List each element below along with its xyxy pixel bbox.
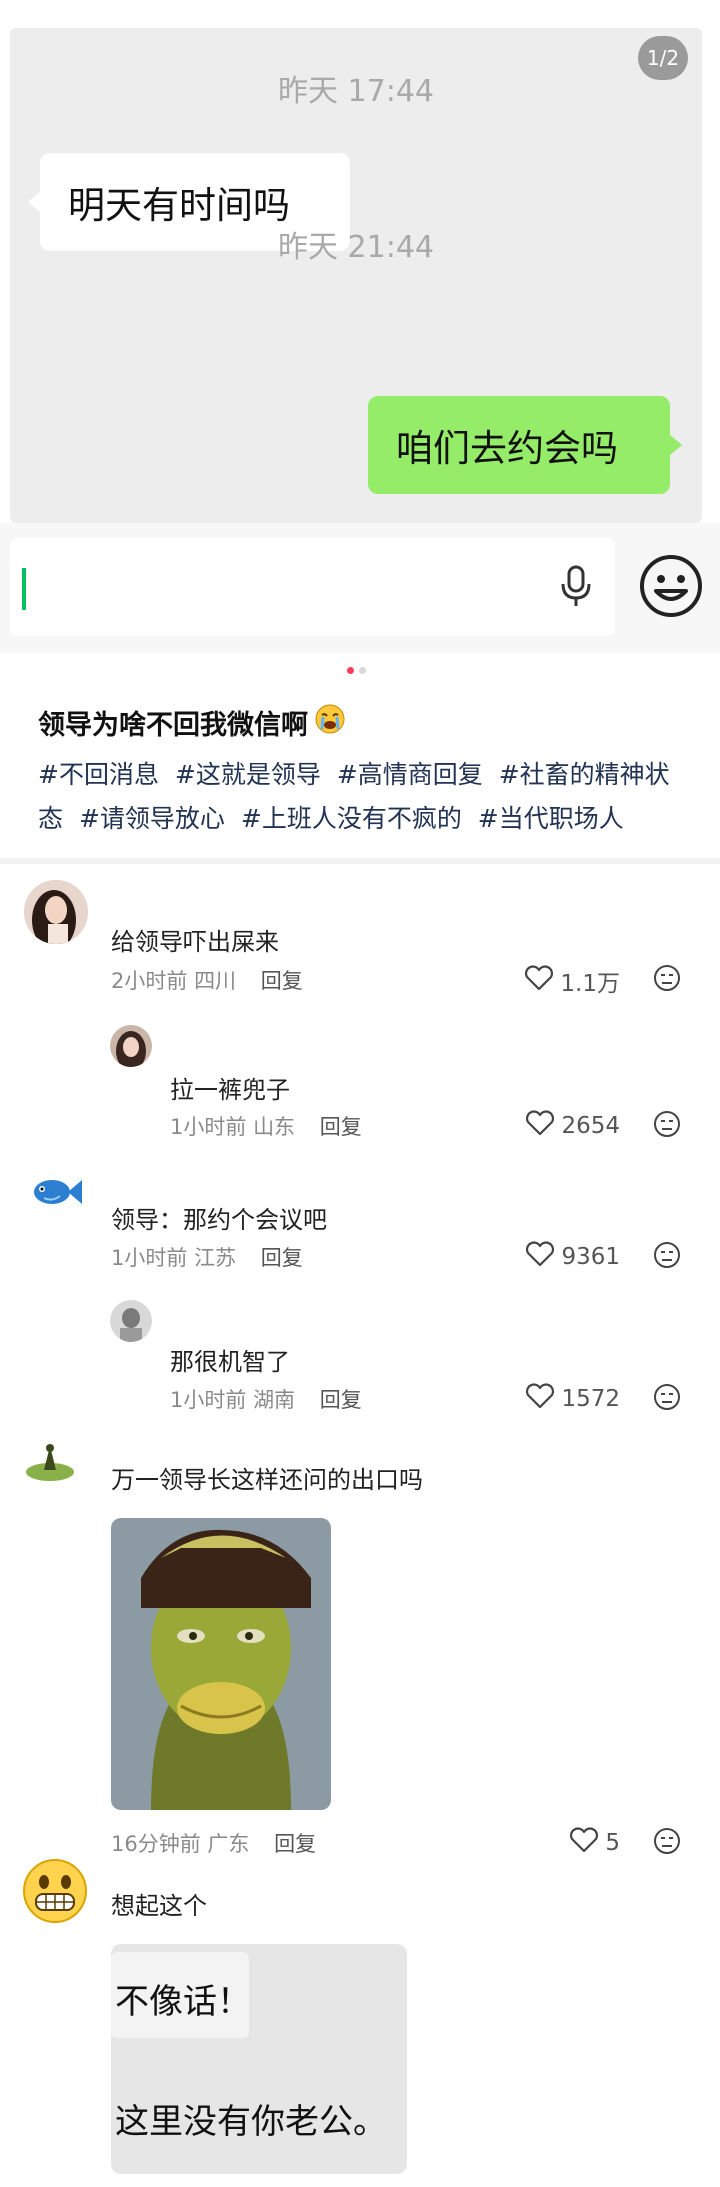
like-count: 1572 (561, 1386, 620, 1412)
comment-image[interactable] (111, 1518, 331, 1810)
post-card: 领导为啥不回我微信啊 #不回消息 #这就是领导 #高情商回复 #社畜的精神状态 … (10, 653, 702, 843)
comment-text: 那很机智了 (170, 1348, 290, 1376)
comment-location: 四川 (194, 969, 237, 993)
dislike-icon[interactable] (652, 963, 682, 997)
message-input[interactable] (10, 538, 615, 636)
dislike-icon[interactable] (652, 1382, 682, 1416)
avatar[interactable] (110, 1300, 152, 1342)
hashtag-link[interactable]: #这就是领导 (175, 760, 321, 789)
hashtag-link[interactable]: #高情商回复 (337, 760, 483, 789)
comment-time: 2小时前 (111, 969, 188, 993)
comment-time: 16分钟前 (111, 1832, 201, 1856)
comment-text: 万一领导长这样还问的出口吗 (111, 1466, 423, 1494)
comment-meta: 1小时前 山东 回复 (170, 1111, 362, 1141)
comment-meta: 16分钟前 广东 回复 (111, 1828, 316, 1858)
comment-location: 江苏 (194, 1246, 237, 1270)
heart-icon (569, 1827, 599, 1859)
like-button[interactable]: 1572 (525, 1383, 620, 1415)
grinning-emoji-avatar-icon[interactable] (22, 1858, 88, 1924)
comment-text: 想起这个 (111, 1892, 207, 1920)
like-button[interactable]: 9361 (525, 1241, 620, 1273)
hashtag-link[interactable]: #不回消息 (38, 760, 159, 789)
comment-image[interactable]: 不像话！ 这里没有你老公。 (111, 1944, 407, 2174)
dislike-icon[interactable] (652, 1826, 682, 1860)
like-count: 9361 (561, 1244, 620, 1270)
post-title: 领导为啥不回我微信啊 (38, 703, 346, 742)
heart-icon (524, 965, 554, 997)
sent-message-bubble[interactable]: 咱们去约会吗 (368, 396, 682, 494)
fish-avatar-icon[interactable] (28, 1170, 84, 1214)
comment-location: 湖南 (253, 1388, 296, 1412)
comment-location: 广东 (207, 1832, 250, 1856)
like-count: 5 (605, 1830, 620, 1856)
comment-text: 拉一裤兜子 (170, 1076, 290, 1104)
dislike-icon[interactable] (652, 1240, 682, 1274)
reply-button[interactable]: 回复 (261, 969, 303, 993)
post-title-text: 领导为啥不回我微信啊 (38, 710, 308, 741)
avatar[interactable] (110, 1025, 152, 1067)
comment-location: 山东 (253, 1115, 296, 1139)
hashtag-link[interactable]: #请领导放心 (79, 804, 225, 833)
carousel-dots (10, 667, 702, 674)
post-hashtags: #不回消息 #这就是领导 #高情商回复 #社畜的精神状态 #请领导放心 #上班人… (38, 753, 688, 841)
heart-icon (525, 1241, 555, 1273)
comment-meta: 1小时前 江苏 回复 (111, 1242, 303, 1272)
hashtag-link[interactable]: #当代职场人 (478, 804, 624, 833)
reply-button[interactable]: 回复 (320, 1388, 362, 1412)
crying-emoji-icon (314, 703, 346, 742)
comment-text: 领导：那约个会议吧 (111, 1206, 327, 1234)
comment-time: 1小时前 (111, 1246, 188, 1270)
like-count: 2654 (561, 1113, 620, 1139)
reply-button[interactable]: 回复 (261, 1246, 303, 1270)
like-button[interactable]: 5 (569, 1827, 620, 1859)
comment-meta: 2小时前 四川 回复 (111, 965, 303, 995)
text-cursor (22, 568, 26, 610)
dislike-icon[interactable] (652, 1109, 682, 1143)
microphone-icon[interactable] (559, 564, 593, 614)
plant-avatar-icon[interactable] (24, 1440, 76, 1484)
reply-button[interactable]: 回复 (274, 1832, 316, 1856)
comment-time: 1小时前 (170, 1388, 247, 1412)
image-caption-text: 这里没有你老公。 (115, 2102, 387, 2142)
like-button[interactable]: 1.1万 (524, 964, 620, 998)
hashtag-link[interactable]: #上班人没有不疯的 (241, 804, 462, 833)
heart-icon (525, 1383, 555, 1415)
comment-meta: 1小时前 湖南 回复 (170, 1384, 362, 1414)
like-button[interactable]: 2654 (525, 1110, 620, 1142)
chat-panel: 1/2 昨天 17:44 明天有时间吗 昨天 21:44 咱们去约会吗 (10, 28, 702, 523)
chat-timestamp: 昨天 17:44 (278, 74, 434, 109)
chat-timestamp: 昨天 21:44 (278, 230, 434, 265)
carousel-dot-active[interactable] (346, 667, 354, 674)
heart-icon (525, 1110, 555, 1142)
comment-time: 1小时前 (170, 1115, 247, 1139)
avatar[interactable] (24, 880, 88, 944)
comment-text: 给领导吓出屎来 (111, 928, 279, 956)
chat-input-bar (0, 523, 720, 653)
section-divider (0, 858, 720, 864)
emoji-button-icon[interactable] (638, 553, 704, 623)
carousel-dot[interactable] (358, 667, 366, 674)
like-count: 1.1万 (560, 971, 620, 997)
reply-button[interactable]: 回复 (320, 1115, 362, 1139)
image-caption-text: 不像话！ (115, 1982, 251, 2022)
